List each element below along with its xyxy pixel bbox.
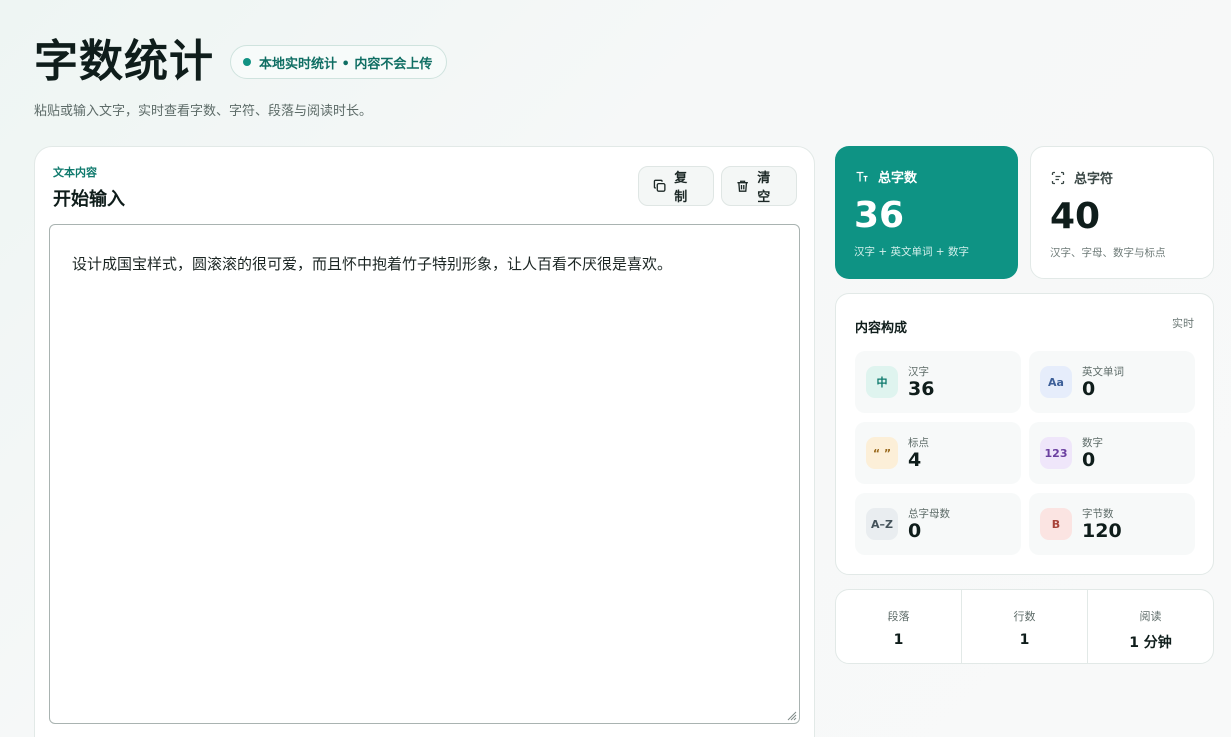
scan-text-icon [1051,171,1065,184]
composition-card: 内容构成 实时 中 汉字 36 Aa 英文单词 0 “ ” 标点 4 123 数… [835,293,1214,575]
status-dot-icon [243,58,251,66]
quote-marks-icon: “ ” [866,437,898,469]
composition-live-label: 实时 [1172,317,1194,330]
composition-item-bytes: B 字节数 120 [1029,493,1195,555]
clear-button-label: 清空 [757,171,771,205]
composition-item-punctuation: “ ” 标点 4 [855,422,1021,484]
text-input-content: 设计成国宝样式，圆滚滚的很可爱，而且怀中抱着竹子特别形象，让人百看不厌很是喜欢。 [72,255,673,273]
summary-label: 行数 [1013,610,1036,623]
composition-value: 36 [908,378,935,400]
composition-label: 数字 [1082,437,1103,449]
summary-lines: 行数 1 [961,590,1087,663]
summary-card: 段落 1 行数 1 阅读 1 分钟 [835,589,1214,664]
composition-value: 4 [908,449,922,471]
composition-value: 0 [1082,449,1096,471]
text-size-icon [856,171,868,181]
bytes-icon: B [1040,508,1072,540]
summary-paragraphs: 段落 1 [836,590,961,663]
composition-value: 120 [1082,520,1122,542]
total-words-label: 总字数 [878,171,918,186]
summary-reading-time: 阅读 1 分钟 [1087,590,1213,663]
hanzi-icon: 中 [866,366,898,398]
letter-case-icon: Aa [1040,366,1072,398]
alphabet-icon: A–Z [866,508,898,540]
composition-title: 内容构成 [855,321,908,336]
composition-item-hanzi: 中 汉字 36 [855,351,1021,413]
total-chars-label: 总字符 [1074,172,1114,187]
copy-button-label: 复制 [674,171,688,205]
privacy-badge-text: 本地实时统计 • 内容不会上传 [259,56,433,72]
composition-value: 0 [908,520,922,542]
trash-icon [737,180,748,192]
summary-label: 阅读 [1139,610,1162,623]
clear-button[interactable]: 清空 [721,166,797,206]
text-input[interactable]: 设计成国宝样式，圆滚滚的很可爱，而且怀中抱着竹子特别形象，让人百看不厌很是喜欢。 [49,224,800,724]
editor-title: 开始输入 [53,189,125,210]
summary-value: 1 [1019,632,1030,648]
composition-label: 字节数 [1082,508,1114,520]
total-words-card: 总字数 36 汉字 + 英文单词 + 数字 [835,146,1018,279]
page-header: 字数统计 本地实时统计 • 内容不会上传 粘贴或输入文字，实时查看字数、字符、段… [34,34,448,119]
composition-value: 0 [1082,378,1096,400]
total-chars-desc: 汉字、字母、数字与标点 [1050,247,1166,259]
total-chars-value: 40 [1050,196,1101,237]
summary-label: 段落 [887,610,910,623]
title-row: 字数统计 本地实时统计 • 内容不会上传 [34,34,448,90]
copy-icon [653,179,666,192]
privacy-badge: 本地实时统计 • 内容不会上传 [230,45,448,79]
summary-value: 1 分钟 [1129,635,1172,651]
digits-icon: 123 [1040,437,1072,469]
resize-handle-icon[interactable] [785,709,797,721]
total-words-desc: 汉字 + 英文单词 + 数字 [854,246,969,258]
composition-label: 标点 [908,437,929,449]
page-subtitle: 粘贴或输入文字，实时查看字数、字符、段落与阅读时长。 [34,104,373,119]
page-title: 字数统计 [34,36,214,87]
composition-label: 英文单词 [1082,366,1124,378]
composition-label: 总字母数 [908,508,950,520]
total-chars-label-row: 总字符 [1051,168,1113,187]
editor-card: 文本内容 开始输入 复制 清空 设计成国宝样式，圆滚滚的很可爱，而且怀中抱着竹子… [34,146,815,737]
total-words-value: 36 [854,195,905,236]
composition-item-english-words: Aa 英文单词 0 [1029,351,1195,413]
total-words-label-row: 总字数 [855,167,917,186]
composition-label: 汉字 [908,366,929,378]
copy-button[interactable]: 复制 [638,166,714,206]
summary-value: 1 [893,632,904,648]
total-chars-card: 总字符 40 汉字、字母、数字与标点 [1030,146,1214,279]
composition-item-digits: 123 数字 0 [1029,422,1195,484]
composition-item-letters: A–Z 总字母数 0 [855,493,1021,555]
editor-kicker: 文本内容 [53,166,97,179]
